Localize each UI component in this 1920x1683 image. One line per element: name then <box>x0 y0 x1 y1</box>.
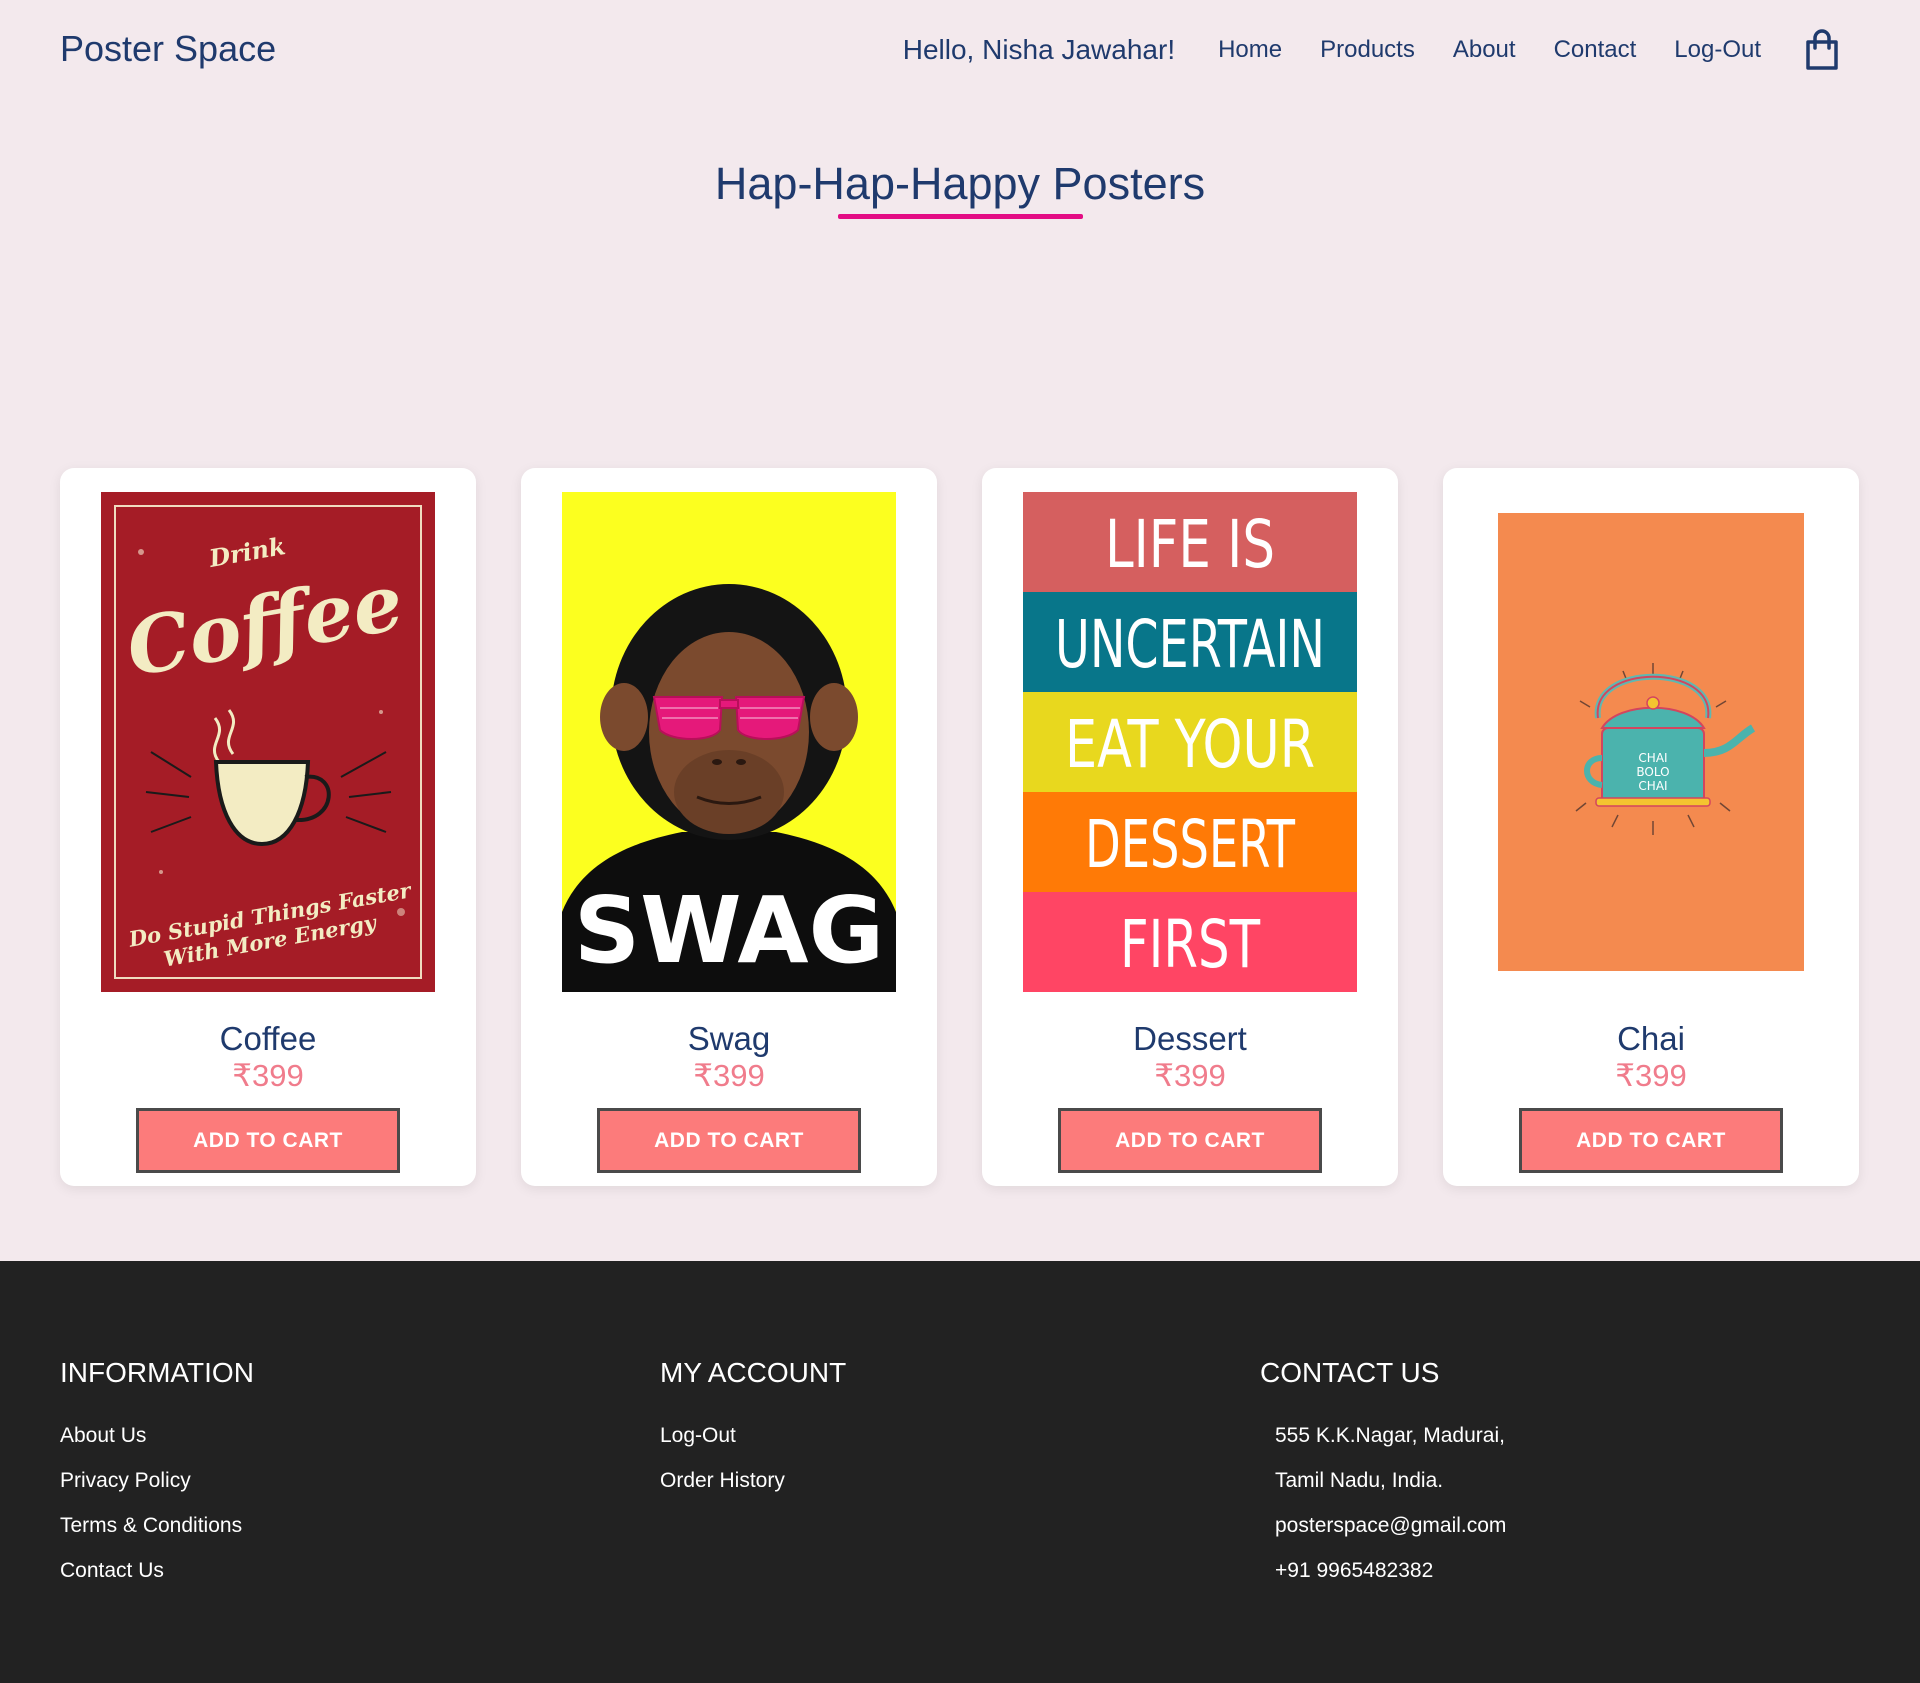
poster-text-line-4: DESSERT <box>1085 806 1296 883</box>
footer-link-logout[interactable]: Log-Out <box>660 1413 846 1458</box>
footer-heading-information: INFORMATION <box>60 1357 254 1388</box>
add-to-cart-button[interactable]: ADD TO CART <box>136 1108 400 1173</box>
main-nav: Hello, Nisha Jawahar! Home Products Abou… <box>903 24 1842 76</box>
product-grid: Drink Coffee Do Stupid Things Faster Wit… <box>60 468 1859 1186</box>
page-title: Hap-Hap-Happy Posters <box>714 158 1206 209</box>
poster-text-line-3: EAT YOUR <box>1065 706 1315 783</box>
footer-link-order-history[interactable]: Order History <box>660 1458 846 1503</box>
contact-email: posterspace@gmail.com <box>1275 1514 1507 1537</box>
product-card-swag: SWAG Swag ₹399 ADD TO CART <box>521 468 937 1186</box>
nav-home[interactable]: Home <box>1218 36 1282 64</box>
poster-text-swag: SWAG <box>574 877 884 984</box>
poster-text-line-2: UNCERTAIN <box>1055 606 1325 683</box>
poster-text-bolo: BOLO <box>1636 765 1669 779</box>
add-to-cart-button[interactable]: ADD TO CART <box>1519 1108 1783 1173</box>
footer-link-contact-us[interactable]: Contact Us <box>60 1548 254 1593</box>
add-to-cart-button[interactable]: ADD TO CART <box>597 1108 861 1173</box>
add-to-cart-button[interactable]: ADD TO CART <box>1058 1108 1322 1173</box>
dessert-poster-image: LIFE IS UNCERTAIN EAT YOUR DESSERT FIRST <box>1023 492 1357 992</box>
contact-phone: +91 9965482382 <box>1275 1559 1434 1582</box>
footer-my-account: MY ACCOUNT Log-Out Order History <box>660 1357 846 1503</box>
poster-text-chai-2: CHAI <box>1638 779 1667 793</box>
product-name: Coffee <box>219 1020 317 1057</box>
product-name: Dessert <box>1133 1020 1247 1057</box>
user-greeting: Hello, Nisha Jawahar! <box>902 34 1176 65</box>
product-card-chai: CHAI BOLO CHAI Chai ₹399 ADD TO CART <box>1443 468 1859 1186</box>
product-name: Swag <box>687 1020 771 1057</box>
footer-link-terms[interactable]: Terms & Conditions <box>60 1503 254 1548</box>
site-footer: INFORMATION About Us Privacy Policy Term… <box>0 1261 1920 1683</box>
product-price: ₹399 <box>232 1058 304 1093</box>
footer-heading-account: MY ACCOUNT <box>660 1357 847 1388</box>
swag-poster-image: SWAG <box>562 492 896 992</box>
nav-about[interactable]: About <box>1453 36 1516 64</box>
contact-address-line-2: Tamil Nadu, India. <box>1275 1469 1444 1492</box>
shopping-bag-icon[interactable] <box>1802 28 1842 72</box>
poster-text-line-5: FIRST <box>1120 906 1261 983</box>
product-card-dessert: LIFE IS UNCERTAIN EAT YOUR DESSERT FIRST… <box>982 468 1398 1186</box>
product-card-coffee: Drink Coffee Do Stupid Things Faster Wit… <box>60 468 476 1186</box>
footer-link-privacy-policy[interactable]: Privacy Policy <box>60 1458 254 1503</box>
footer-heading-contact: CONTACT US <box>1260 1357 1440 1388</box>
nav-products[interactable]: Products <box>1320 36 1415 64</box>
contact-address-line-1: 555 K.K.Nagar, Madurai, <box>1275 1424 1505 1447</box>
product-price: ₹399 <box>693 1058 765 1093</box>
footer-information: INFORMATION About Us Privacy Policy Term… <box>60 1357 254 1593</box>
poster-text-chai-1: CHAI <box>1638 751 1667 765</box>
nav-contact[interactable]: Contact <box>1554 36 1637 64</box>
footer-contact-us: CONTACT US 555 K.K.Nagar, Madurai, Tamil… <box>1260 1357 1506 1593</box>
product-price: ₹399 <box>1154 1058 1226 1093</box>
nav-logout[interactable]: Log-Out <box>1674 36 1761 64</box>
brand-logo[interactable]: Poster Space <box>60 28 276 70</box>
coffee-poster-image: Drink Coffee Do Stupid Things Faster Wit… <box>101 492 435 992</box>
chai-poster-image: CHAI BOLO CHAI <box>1498 513 1804 971</box>
product-name: Chai <box>1617 1020 1685 1057</box>
product-price: ₹399 <box>1615 1058 1687 1093</box>
footer-link-about-us[interactable]: About Us <box>60 1413 254 1458</box>
title-underline <box>838 214 1083 219</box>
poster-text-line-1: LIFE IS <box>1105 506 1275 583</box>
site-header: Poster Space Hello, Nisha Jawahar! Home … <box>0 0 1920 100</box>
